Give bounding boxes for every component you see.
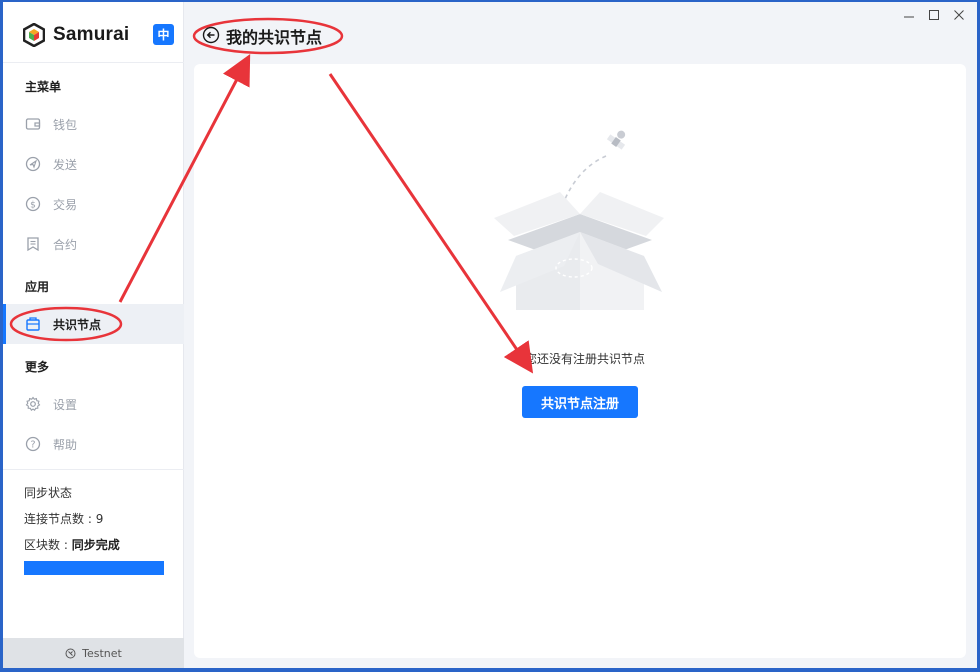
main-content: 您还没有注册共识节点 共识节点注册 <box>194 64 966 658</box>
transaction-icon: $ <box>25 196 41 212</box>
sync-status-label: 同步状态 <box>24 486 73 500</box>
block-count-label: 区块数 : <box>24 538 72 552</box>
app-window: Samurai 中 主菜单 钱包 发送 $ 交易 合约 应用 共识节点 更多 设… <box>3 2 977 668</box>
sidebar-item-settings[interactable]: 设置 <box>3 384 184 424</box>
sidebar-item-label: 共识节点 <box>53 317 102 332</box>
samurai-logo-icon <box>23 23 45 47</box>
register-consensus-node-button[interactable]: 共识节点注册 <box>522 386 638 418</box>
sidebar-item-wallet[interactable]: 钱包 <box>3 104 184 144</box>
connected-nodes-value: 9 <box>95 512 104 526</box>
back-arrow-icon[interactable] <box>202 26 220 44</box>
section-title-apps: 应用 <box>25 280 50 294</box>
sidebar-item-send[interactable]: 发送 <box>3 144 184 184</box>
block-count-value: 同步完成 <box>71 538 120 552</box>
language-toggle-button[interactable]: 中 <box>153 24 174 45</box>
sidebar-item-label: 交易 <box>53 197 78 212</box>
sidebar-item-label: 钱包 <box>53 117 78 132</box>
consensus-node-icon <box>25 316 41 332</box>
block-count: 区块数 : 同步完成 <box>24 536 120 553</box>
close-icon[interactable] <box>952 8 966 22</box>
sidebar-item-transaction[interactable]: $ 交易 <box>3 184 184 224</box>
brand-name: Samurai <box>53 24 130 45</box>
svg-text:$: $ <box>30 201 36 211</box>
page-title: 我的共识节点 <box>226 28 323 47</box>
network-footer: Testnet <box>3 638 184 668</box>
topbar: 我的共识节点 <box>184 2 977 64</box>
connected-nodes: 连接节点数 : 9 <box>24 510 103 527</box>
sidebar-item-label: 合约 <box>53 237 78 252</box>
sidebar-item-contract[interactable]: 合约 <box>3 224 184 264</box>
section-title-more: 更多 <box>25 360 50 374</box>
minimize-icon[interactable] <box>902 8 916 22</box>
sidebar: Samurai 中 主菜单 钱包 发送 $ 交易 合约 应用 共识节点 更多 设… <box>3 2 184 668</box>
section-title-main: 主菜单 <box>25 80 62 94</box>
maximize-icon[interactable] <box>927 8 941 22</box>
connected-nodes-label: 连接节点数 : <box>24 512 96 526</box>
sync-progress-fill <box>24 561 164 575</box>
sidebar-item-label: 帮助 <box>53 437 78 452</box>
sidebar-item-help[interactable]: ? 帮助 <box>3 424 184 464</box>
gear-icon <box>25 396 41 412</box>
network-label: Testnet <box>82 646 122 660</box>
send-icon <box>25 156 41 172</box>
empty-box-illustration <box>494 130 664 310</box>
divider <box>3 469 184 470</box>
sidebar-item-label: 设置 <box>53 397 78 412</box>
sync-progress-bar <box>24 561 164 575</box>
contract-icon <box>25 236 41 252</box>
empty-state-text: 您还没有注册共识节点 <box>524 352 645 366</box>
sidebar-item-label: 发送 <box>53 157 78 172</box>
sidebar-item-consensus-node[interactable]: 共识节点 <box>3 304 184 344</box>
brand: Samurai <box>23 22 129 48</box>
svg-text:?: ? <box>30 440 35 451</box>
divider <box>3 62 184 63</box>
wallet-icon <box>25 116 41 132</box>
help-icon: ? <box>25 436 41 452</box>
network-icon <box>65 648 76 659</box>
